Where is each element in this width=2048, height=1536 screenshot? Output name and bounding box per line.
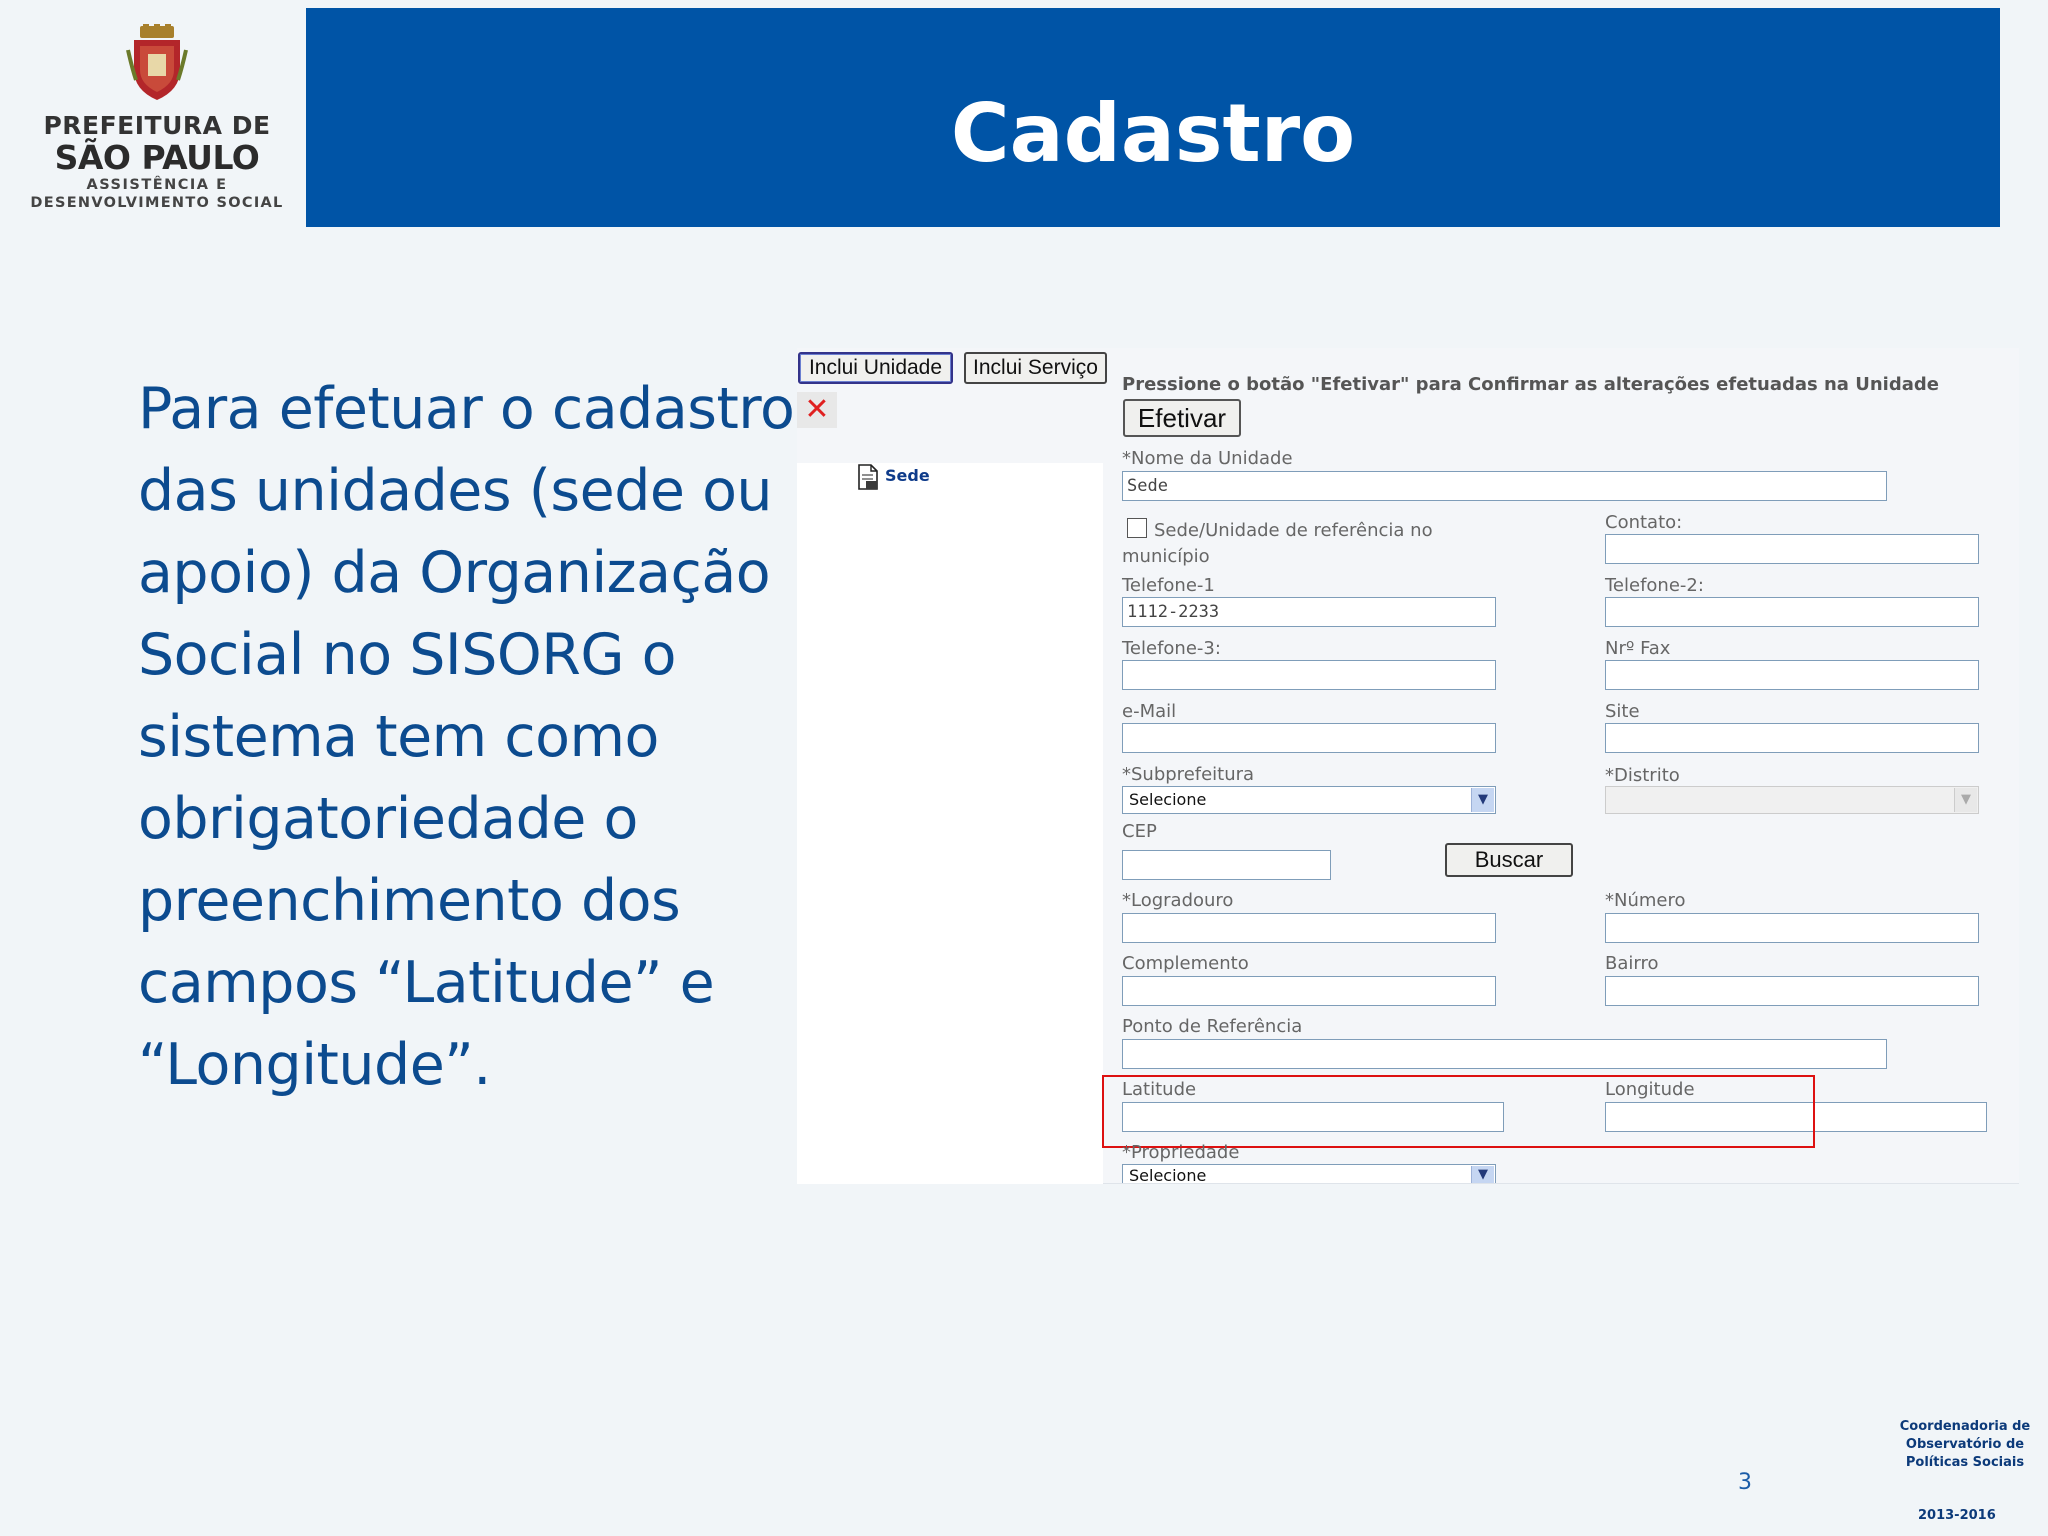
telefone-3-label: Telefone-3: [1122,638,1221,659]
unit-tree-panel [797,463,1103,1184]
email-input[interactable] [1122,723,1496,753]
chevron-down-icon: ▼ [1471,1166,1494,1183]
body-text-line: sistema tem como [138,704,659,770]
body-text-line: Social no SISORG o [138,622,677,688]
email-label: e-Mail [1122,701,1177,722]
site-input[interactable] [1605,723,1979,753]
propriedade-selected-value: Selecione [1129,1166,1207,1184]
coordenadoria-line-3: Políticas Sociais [1905,1455,2025,1470]
numero-input[interactable] [1605,913,1979,943]
logo-line-1: PREFEITURA DE [43,111,271,140]
cep-input[interactable] [1122,850,1331,880]
contato-label: Contato: [1605,512,1683,533]
sede-referencia-label: Sede/Unidade de referência no [1154,520,1433,541]
efetivar-button[interactable]: Efetivar [1123,399,1241,437]
nome-unidade-input[interactable]: Sede [1122,471,1887,501]
coordenadoria-line-1: Coordenadoria de [1899,1419,2031,1434]
sisorg-screenshot: Inclui Unidade Inclui Serviço ✕ Sede Pre… [797,348,2019,1184]
ponto-referencia-label: Ponto de Referência [1122,1016,1303,1037]
complemento-label: Complemento [1122,953,1249,974]
telefone-1-label: Telefone-1 [1122,575,1215,596]
distrito-select[interactable]: ▼ [1605,786,1979,814]
page-title: Cadastro [950,87,1356,180]
inclui-servico-button[interactable]: Inclui Serviço [964,352,1107,384]
telefone-1-input[interactable]: 1112-2233 [1122,597,1496,627]
ponto-referencia-input[interactable] [1122,1039,1887,1069]
sede-referencia-label-2: município [1122,546,1210,567]
logo-line-4: DESENVOLVIMENTO SOCIAL [30,195,284,211]
instruction-text: Pressione o botão "Efetivar" para Confir… [1122,374,1939,395]
city-crest-icon [126,24,188,100]
prefeitura-logo: PREFEITURA DE SÃO PAULO ASSISTÊNCIA E DE… [22,24,292,224]
coordenadoria-label: Coordenadoria de Observatório de Polític… [1880,1418,2048,1472]
fax-input[interactable] [1605,660,1979,690]
bairro-input[interactable] [1605,976,1979,1006]
buscar-button[interactable]: Buscar [1445,843,1573,877]
chevron-down-icon: ▼ [1471,788,1494,812]
highlight-box [1102,1075,1815,1148]
contato-input[interactable] [1605,534,1979,564]
body-text-line: obrigatoriedade o [138,786,638,852]
chevron-down-icon: ▼ [1954,788,1977,812]
tree-item-sede[interactable]: Sede [885,466,930,485]
title-banner: Cadastro [306,8,2000,227]
telefone-2-input[interactable] [1605,597,1979,627]
logo-line-2: SÃO PAULO [54,138,260,177]
subprefeitura-selected-value: Selecione [1129,790,1207,809]
telefone-3-input[interactable] [1122,660,1496,690]
page-number: 3 [1738,1470,1752,1495]
logo-line-3: ASSISTÊNCIA E [86,177,228,193]
nome-unidade-label: *Nome da Unidade [1122,448,1293,469]
screenshot-edge [1103,1183,2019,1184]
propriedade-select[interactable]: Selecione ▼ [1122,1164,1496,1184]
sede-referencia-checkbox[interactable] [1127,518,1147,538]
document-icon [858,464,878,490]
body-text-line: “Longitude”. [138,1032,491,1098]
distrito-label: *Distrito [1605,765,1680,786]
close-icon[interactable]: ✕ [797,392,837,428]
site-label: Site [1605,701,1640,722]
bairro-label: Bairro [1605,953,1659,974]
body-text-line: apoio) da Organização [138,540,771,606]
propriedade-label: *Propriedade [1122,1142,1240,1163]
body-text-line: Para efetuar o cadastro [138,376,795,442]
telefone-2-label: Telefone-2: [1605,575,1704,596]
logradouro-input[interactable] [1122,913,1496,943]
inclui-unidade-button[interactable]: Inclui Unidade [798,352,953,384]
subprefeitura-select[interactable]: Selecione ▼ [1122,786,1496,814]
numero-label: *Número [1605,890,1686,911]
fax-label: Nrº Fax [1605,638,1671,659]
complemento-input[interactable] [1122,976,1496,1006]
body-text: Para efetuar o cadastro das unidades (se… [138,368,798,1106]
coordenadoria-line-2: Observatório de [1905,1437,2025,1452]
body-text-line: campos “Latitude” e [138,950,715,1016]
body-text-line: das unidades (sede ou [138,458,773,524]
logradouro-label: *Logradouro [1122,890,1234,911]
subprefeitura-label: *Subprefeitura [1122,764,1255,785]
cep-label: CEP [1122,821,1157,842]
body-text-line: preenchimento dos [138,868,681,934]
years-label: 2013-2016 [1918,1508,1996,1523]
